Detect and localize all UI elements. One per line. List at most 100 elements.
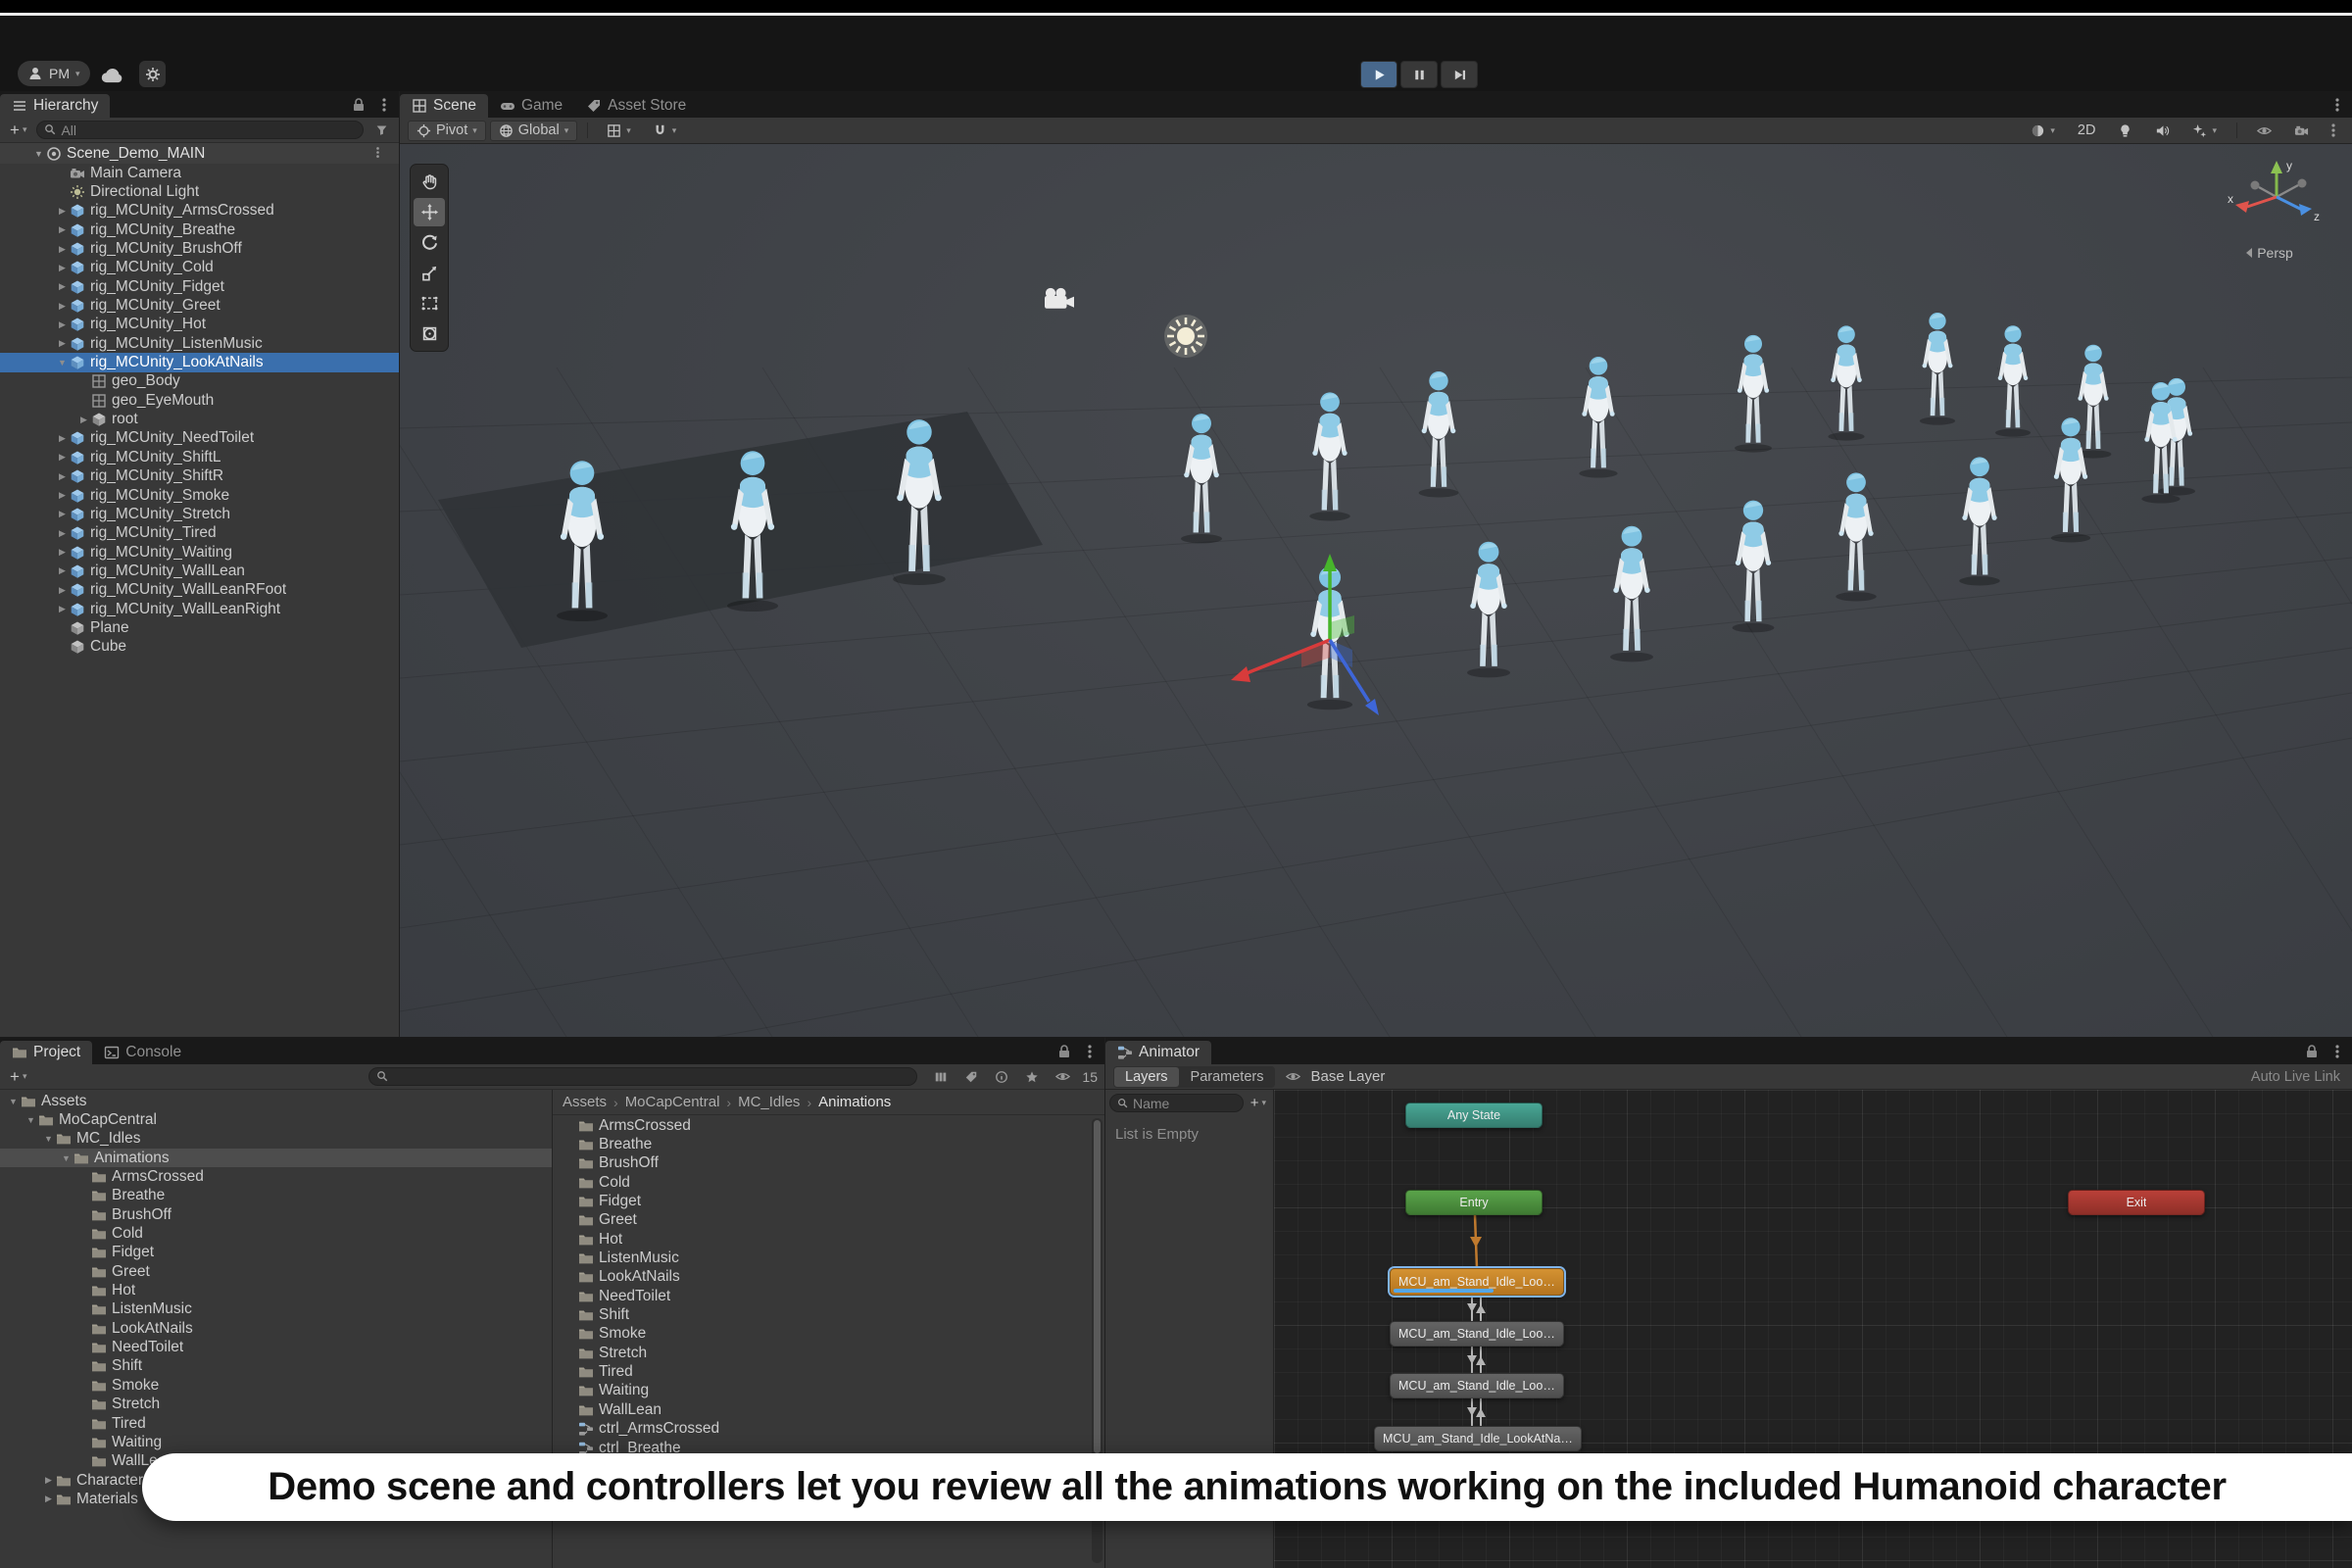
tab-animator[interactable]: Animator <box>1105 1041 1211 1064</box>
tree-item[interactable]: Tired <box>553 1362 1089 1381</box>
expand-arrow-icon[interactable]: ▶ <box>55 338 70 349</box>
parameters-tab[interactable]: Parameters <box>1180 1067 1275 1087</box>
tree-item[interactable]: Fidget <box>0 1244 552 1262</box>
viewport-menu-icon[interactable] <box>2323 120 2344 141</box>
tab-scene[interactable]: Scene <box>400 94 488 118</box>
expand-arrow-icon[interactable]: ▼ <box>59 1153 74 1163</box>
character-figure[interactable] <box>1920 313 1955 425</box>
star-icon[interactable] <box>1021 1066 1043 1088</box>
expand-arrow-icon[interactable]: ▶ <box>55 547 70 558</box>
expand-arrow-icon[interactable]: ▼ <box>31 149 46 159</box>
tree-item[interactable]: ▶rig_MCUnity_Tired <box>0 524 399 543</box>
panel-menu-icon[interactable] <box>2327 1041 2348 1062</box>
columns-icon[interactable] <box>930 1066 952 1088</box>
tree-item[interactable]: ▶rig_MCUnity_ListenMusic <box>0 334 399 353</box>
tree-item[interactable]: ▶rig_MCUnity_Stretch <box>0 505 399 523</box>
panel-menu-icon[interactable] <box>2327 94 2348 116</box>
tree-item[interactable]: ▼MC_Idles <box>0 1130 552 1149</box>
state-node[interactable]: Any State <box>1405 1102 1543 1128</box>
tree-item[interactable]: Greet <box>0 1262 552 1281</box>
filter-icon[interactable] <box>370 120 392 141</box>
expand-arrow-icon[interactable]: ▶ <box>55 244 70 255</box>
tree-item[interactable]: ArmsCrossed <box>553 1116 1089 1135</box>
expand-arrow-icon[interactable]: ▼ <box>55 358 70 368</box>
tree-item[interactable]: Smoke <box>553 1325 1089 1344</box>
pivot-toggle-button[interactable]: Pivot ▾ <box>408 121 486 141</box>
camera-settings-button[interactable] <box>2285 121 2318 141</box>
scene-audio-button[interactable] <box>2146 121 2179 141</box>
character-figure[interactable] <box>1610 526 1653 662</box>
tree-item[interactable]: Shift <box>553 1305 1089 1324</box>
view-tool-button[interactable] <box>414 168 445 196</box>
layers-search-input[interactable] <box>1133 1096 1236 1111</box>
tree-item[interactable]: Greet <box>553 1211 1089 1230</box>
tree-item[interactable]: ▶rig_MCUnity_ShiftR <box>0 467 399 486</box>
tree-item[interactable]: LookAtNails <box>553 1268 1089 1287</box>
move-gizmo[interactable] <box>1231 554 1379 715</box>
tree-item[interactable]: Plane <box>0 618 399 637</box>
expand-arrow-icon[interactable]: ▶ <box>55 224 70 235</box>
tree-item[interactable]: Stretch <box>0 1396 552 1414</box>
tree-item[interactable]: ▶rig_MCUnity_ShiftL <box>0 448 399 466</box>
character-figure[interactable] <box>1828 325 1864 440</box>
tree-item[interactable]: ▶rig_MCUnity_Hot <box>0 316 399 334</box>
character-figure[interactable] <box>1579 357 1617 477</box>
scene-viewport[interactable]: y x z Persp <box>400 144 2352 1037</box>
rotate-tool-button[interactable] <box>414 228 445 257</box>
tree-item[interactable]: ArmsCrossed <box>0 1167 552 1186</box>
eye-icon[interactable] <box>1282 1066 1303 1088</box>
move-tool-button[interactable] <box>414 198 445 226</box>
tree-item[interactable]: ▶rig_MCUnity_Cold <box>0 259 399 277</box>
scene-root-row[interactable]: ▼ Scene_Demo_MAIN <box>0 143 399 164</box>
expand-arrow-icon[interactable]: ▼ <box>41 1134 56 1144</box>
lock-icon[interactable] <box>1054 1041 1075 1062</box>
tree-item[interactable]: Main Camera <box>0 164 399 182</box>
hierarchy-search[interactable] <box>36 121 364 139</box>
character-figure[interactable] <box>2051 417 2090 542</box>
tree-item[interactable]: ▶rig_MCUnity_Fidget <box>0 277 399 296</box>
tree-item[interactable]: ▶rig_MCUnity_Breathe <box>0 220 399 239</box>
tree-item[interactable]: Waiting <box>0 1433 552 1451</box>
expand-arrow-icon[interactable]: ▶ <box>76 415 91 425</box>
auto-live-link-button[interactable]: Auto Live Link <box>2251 1069 2344 1085</box>
add-layer-button[interactable]: + ▾ <box>1248 1095 1269 1111</box>
tree-item[interactable]: BrushOff <box>0 1205 552 1224</box>
state-node[interactable]: MCU_am_Stand_Idle_LookAtNails_02 <box>1390 1321 1564 1347</box>
project-search-input[interactable] <box>393 1069 909 1085</box>
tree-item[interactable]: ▶rig_MCUnity_Smoke <box>0 486 399 505</box>
expand-arrow-icon[interactable]: ▶ <box>55 471 70 482</box>
tree-item[interactable]: ▼Assets <box>0 1092 552 1110</box>
viewport-canvas[interactable] <box>400 144 2352 1037</box>
expand-arrow-icon[interactable]: ▶ <box>55 604 70 614</box>
tree-item[interactable]: Breathe <box>553 1135 1089 1153</box>
state-node[interactable]: MCU_am_Stand_Idle_LookAtNails_04_Bite <box>1374 1426 1582 1451</box>
tree-item[interactable]: BrushOff <box>553 1154 1089 1173</box>
rect-tool-button[interactable] <box>414 289 445 318</box>
shading-mode-button[interactable]: ▾ <box>2022 121 2064 141</box>
tab-hierarchy[interactable]: Hierarchy <box>0 94 110 118</box>
character-figure[interactable] <box>1419 371 1459 498</box>
breadcrumb-item[interactable]: Animations <box>818 1094 891 1110</box>
tree-item[interactable]: ctrl_ArmsCrossed <box>553 1420 1089 1439</box>
tree-item[interactable]: WallLean <box>553 1400 1089 1419</box>
tree-item[interactable]: Fidget <box>553 1192 1089 1210</box>
eye-icon[interactable] <box>1052 1066 1073 1088</box>
tab-project[interactable]: Project <box>0 1041 92 1064</box>
expand-arrow-icon[interactable]: ▶ <box>55 528 70 539</box>
layers-search[interactable] <box>1109 1094 1244 1112</box>
expand-arrow-icon[interactable]: ▶ <box>41 1494 56 1504</box>
account-button[interactable]: PM ▾ <box>18 61 90 86</box>
state-node[interactable]: Entry <box>1405 1190 1543 1215</box>
breadcrumb-item[interactable]: MoCapCentral <box>625 1094 720 1110</box>
character-figure[interactable] <box>1309 392 1350 520</box>
project-search[interactable] <box>368 1067 917 1086</box>
tree-item[interactable]: ListenMusic <box>553 1249 1089 1267</box>
effects-button[interactable]: ▾ <box>2183 121 2226 141</box>
character-figure[interactable] <box>1467 542 1510 678</box>
cloud-services-button[interactable] <box>100 65 125 84</box>
orientation-gizmo[interactable]: y x z Persp <box>2211 158 2328 261</box>
play-button[interactable] <box>1360 61 1397 88</box>
state-node[interactable]: MCU_am_Stand_Idle_LookAtNails_03 <box>1390 1373 1564 1398</box>
tree-item[interactable]: ▶rig_MCUnity_NeedToilet <box>0 429 399 448</box>
tree-item[interactable]: Shift <box>0 1357 552 1376</box>
